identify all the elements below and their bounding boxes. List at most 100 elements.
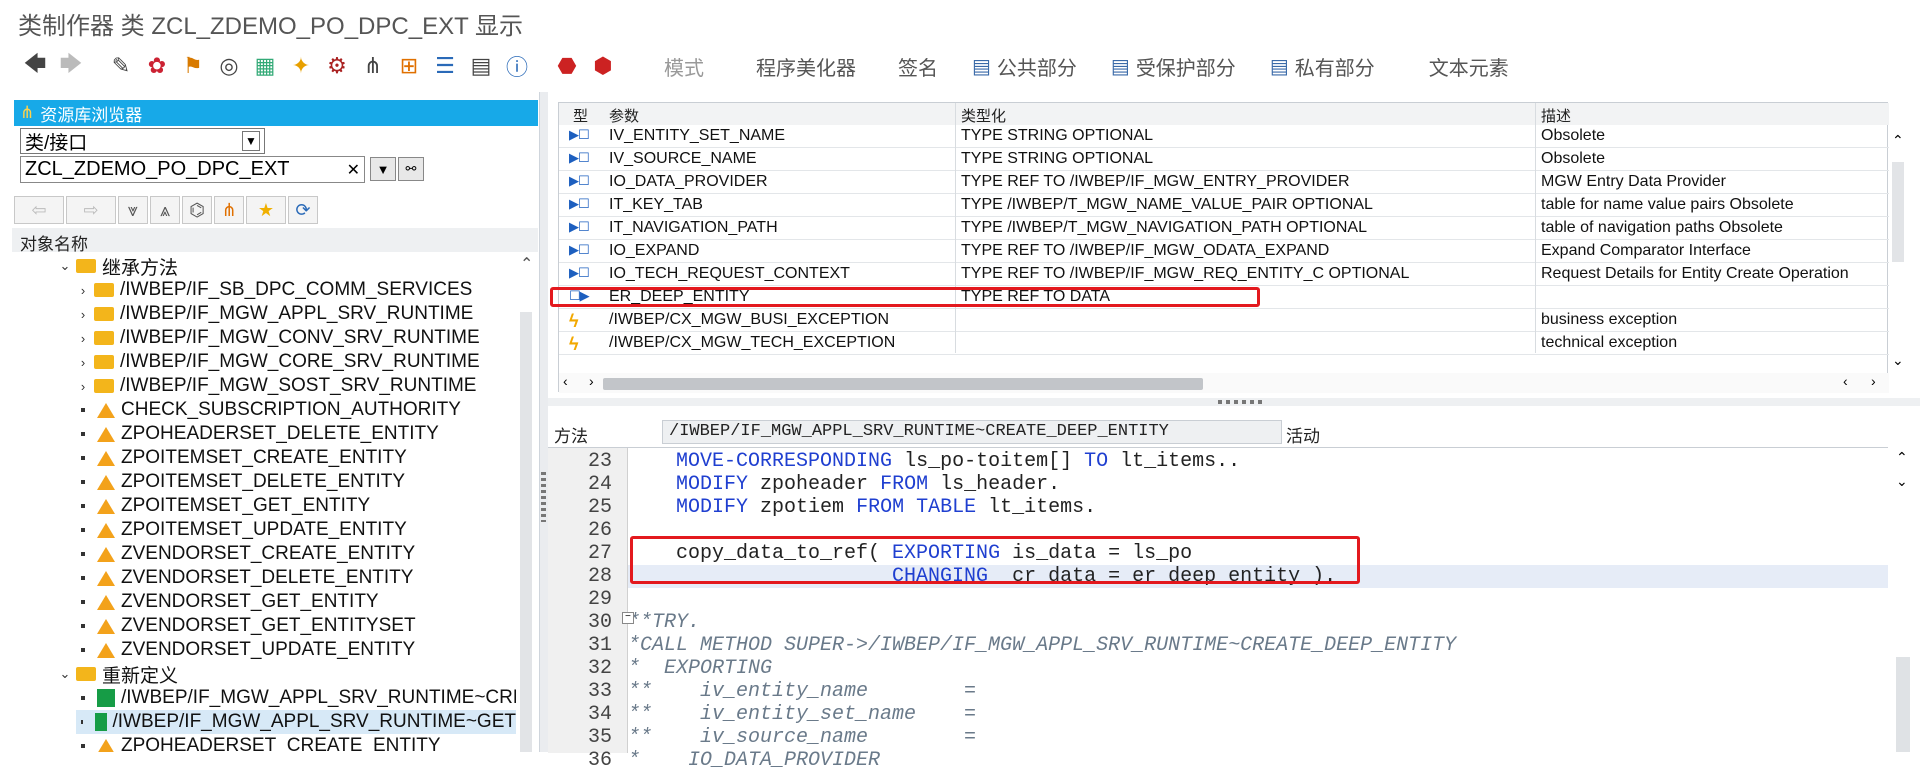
forward-icon[interactable]: ⇨ bbox=[66, 196, 116, 224]
tree-redefined-node[interactable]: /IWBEP/IF_MGW_APPL_SRV_RUNTIME~GET bbox=[76, 710, 516, 734]
tree-method-node[interactable]: ZVENDORSET_DELETE_ENTITY bbox=[76, 566, 413, 590]
scroll-thumb[interactable] bbox=[520, 312, 532, 752]
parameter-description[interactable]: Request Details for Entity Create Operat… bbox=[1541, 265, 1881, 283]
tree-redefined-node[interactable]: /IWBEP/IF_MGW_APPL_SRV_RUNTIME~CRE bbox=[76, 686, 520, 710]
chevron-up-icon[interactable]: ⌃ bbox=[1892, 132, 1904, 149]
forward-icon[interactable]: 🡆 bbox=[54, 49, 88, 83]
chevron-down-icon[interactable]: ⌄ bbox=[58, 258, 72, 274]
check-icon[interactable]: ⚑ bbox=[176, 49, 210, 83]
back-icon[interactable]: ⇦ bbox=[14, 196, 64, 224]
hierarchy-icon[interactable]: ⋔ bbox=[356, 49, 390, 83]
tree-method-node[interactable]: ZVENDORSET_GET_ENTITYSET bbox=[76, 614, 416, 638]
tree-folder-redefined[interactable]: ⌄ 重新定义 bbox=[58, 662, 178, 687]
layout-icon[interactable]: ▤ bbox=[464, 49, 498, 83]
parameter-row[interactable]: ▶☐ IO_DATA_PROVIDER TYPE REF TO /IWBEP/IF_… bbox=[559, 171, 1889, 194]
parameter-typing[interactable]: TYPE STRING OPTIONAL bbox=[961, 150, 1531, 168]
column-header-parameter[interactable]: 参数 bbox=[609, 105, 639, 126]
parameter-name[interactable]: /IWBEP/CX_MGW_TECH_EXCEPTION bbox=[609, 334, 949, 352]
code-line[interactable]: 24 MODIFY zpoheader FROM ls_header. bbox=[588, 473, 1888, 496]
chevron-down-icon[interactable]: ⌄ bbox=[1892, 352, 1904, 369]
parameter-row[interactable]: ϟ/IWBEP/CX_MGW_BUSI_EXCEPTION business ex… bbox=[559, 309, 1889, 332]
binoculars-icon[interactable]: ⌬ bbox=[182, 196, 212, 224]
scroll-left-icon[interactable]: ‹ bbox=[1843, 373, 1848, 389]
code-line[interactable]: 30 **TRY. bbox=[588, 611, 1888, 634]
parameter-description[interactable]: Obsolete bbox=[1541, 127, 1881, 145]
favorites-icon[interactable]: ★ bbox=[246, 196, 286, 224]
tree-method-node[interactable]: ZPOITEMSET_GET_ENTITY bbox=[76, 494, 370, 518]
code-line[interactable]: 23 MOVE-CORRESPONDING ls_po-toitem[] TO … bbox=[588, 450, 1888, 473]
chevron-right-icon[interactable]: › bbox=[76, 307, 90, 322]
code-line[interactable]: 32 * EXPORTING bbox=[588, 657, 1888, 680]
display-glasses-icon[interactable]: ⚯ bbox=[398, 157, 424, 181]
parameter-typing[interactable]: TYPE REF TO /IWBEP/IF_MGW_ENTRY_PROVIDER bbox=[961, 173, 1531, 191]
pane-splitter[interactable] bbox=[540, 92, 548, 752]
parameter-name[interactable]: IO_EXPAND bbox=[609, 242, 949, 260]
scroll-thumb[interactable] bbox=[1892, 162, 1904, 262]
private-section-button[interactable]: ▤ 私有部分 bbox=[1254, 49, 1391, 83]
scroll-right-icon[interactable]: › bbox=[589, 373, 594, 389]
tree-method-node[interactable]: ZPOHEADERSET_DELETE_ENTITY bbox=[76, 422, 439, 446]
fold-toggle-icon[interactable]: − bbox=[622, 612, 634, 624]
chevron-right-icon[interactable]: › bbox=[76, 331, 90, 346]
test-icon[interactable]: ⚙ bbox=[320, 49, 354, 83]
chevron-down-icon[interactable]: ⌄ bbox=[58, 666, 72, 682]
parameter-typing[interactable]: TYPE /IWBEP/T_MGW_NAVIGATION_PATH OPTION… bbox=[961, 219, 1531, 237]
tree-redefined-node[interactable]: ZPOHEADERSET_CREATE_ENTITY bbox=[76, 734, 441, 752]
chevron-right-icon[interactable]: › bbox=[76, 283, 90, 298]
table-icon[interactable]: ☰ bbox=[428, 49, 462, 83]
pretty-printer-button[interactable]: 程序美化器 bbox=[740, 49, 872, 83]
tree-method-node[interactable]: CHECK_SUBSCRIPTION_AUTHORITY bbox=[76, 398, 461, 422]
parameter-description[interactable]: MGW Entry Data Provider bbox=[1541, 173, 1881, 191]
refresh-icon[interactable]: ⟳ bbox=[288, 196, 318, 224]
session-breakpoint-icon[interactable]: ⬢ bbox=[586, 49, 620, 83]
parameter-row[interactable]: ▶☐ IV_ENTITY_SET_NAME TYPE STRING OPTIONAL… bbox=[559, 125, 1889, 148]
tree-method-node[interactable]: ZVENDORSET_CREATE_ENTITY bbox=[76, 542, 415, 566]
parameter-row[interactable]: ▶☐ IO_EXPAND TYPE REF TO /IWBEP/IF_MGW_ODA… bbox=[559, 240, 1889, 263]
parameter-name[interactable]: /IWBEP/CX_MGW_BUSI_EXCEPTION bbox=[609, 311, 949, 329]
hierarchy-icon[interactable]: ⋔ bbox=[214, 196, 244, 224]
scroll-right-icon[interactable]: › bbox=[1871, 373, 1876, 389]
column-header-typing[interactable]: 类型化 bbox=[961, 105, 1006, 126]
tree-interface-node[interactable]: › /IWBEP/IF_MGW_CONV_SRV_RUNTIME bbox=[76, 326, 480, 350]
parameter-name[interactable]: IT_NAVIGATION_PATH bbox=[609, 219, 949, 237]
code-line[interactable]: 33 ** iv_entity_name = bbox=[588, 680, 1888, 703]
parameter-description[interactable]: Obsolete bbox=[1541, 150, 1881, 168]
parameter-description[interactable]: table for name value pairs Obsolete bbox=[1541, 196, 1881, 214]
chevron-down-icon[interactable]: ⌄ bbox=[1896, 473, 1908, 490]
tree-interface-node[interactable]: › /IWBEP/IF_MGW_SOST_SRV_RUNTIME bbox=[76, 374, 477, 398]
tree-method-node[interactable]: ZVENDORSET_UPDATE_ENTITY bbox=[76, 638, 415, 662]
info-icon[interactable]: ⓘ bbox=[500, 49, 534, 83]
tree-method-node[interactable]: ZPOITEMSET_UPDATE_ENTITY bbox=[76, 518, 407, 542]
back-icon[interactable]: 🡄 bbox=[18, 49, 52, 83]
parameter-description[interactable]: Expand Comparator Interface bbox=[1541, 242, 1881, 260]
class-name-input[interactable]: ZCL_ZDEMO_PO_DPC_EXT ✕ bbox=[20, 156, 365, 183]
tree-method-node[interactable]: ZPOITEMSET_CREATE_ENTITY bbox=[76, 446, 407, 470]
method-name-field[interactable]: /IWBEP/IF_MGW_APPL_SRV_RUNTIME~CREATE_DE… bbox=[662, 420, 1282, 444]
text-elements-button[interactable]: 文本元素 bbox=[1413, 49, 1525, 83]
chevron-up-icon[interactable]: ⌃ bbox=[1896, 449, 1908, 466]
parameter-name[interactable]: IV_ENTITY_SET_NAME bbox=[609, 127, 949, 145]
parameter-description[interactable]: technical exception bbox=[1541, 334, 1881, 352]
code-line[interactable]: 34 ** iv_entity_set_name = bbox=[588, 703, 1888, 726]
tree-interface-node[interactable]: › /IWBEP/IF_MGW_CORE_SRV_RUNTIME bbox=[76, 350, 480, 374]
tree-folder-inherited[interactable]: ⌄ 继承方法 bbox=[58, 254, 178, 279]
code-line[interactable]: 31 *CALL METHOD SUPER->/IWBEP/IF_MGW_APPL… bbox=[588, 634, 1888, 657]
parameter-name[interactable]: IV_SOURCE_NAME bbox=[609, 150, 949, 168]
horizontal-splitter[interactable] bbox=[548, 398, 1920, 406]
parameter-typing[interactable]: TYPE /IWBEP/T_MGW_NAME_VALUE_PAIR OPTION… bbox=[961, 196, 1531, 214]
parameter-name[interactable]: IO_DATA_PROVIDER bbox=[609, 173, 949, 191]
code-lines[interactable]: 23 MOVE-CORRESPONDING ls_po-toitem[] TO … bbox=[588, 448, 1888, 772]
clear-icon[interactable]: ✕ bbox=[347, 160, 360, 180]
pattern-button[interactable]: 模式 bbox=[648, 49, 720, 83]
stack-icon[interactable]: ⊞ bbox=[392, 49, 426, 83]
column-header-description[interactable]: 描述 bbox=[1541, 105, 1571, 126]
parameter-description[interactable]: business exception bbox=[1541, 311, 1881, 329]
navigate-icon[interactable]: ✦ bbox=[284, 49, 318, 83]
chevron-up-icon[interactable]: ⌃ bbox=[520, 254, 533, 274]
protected-section-button[interactable]: ▤ 受保护部分 bbox=[1095, 49, 1252, 83]
chevron-right-icon[interactable]: › bbox=[76, 379, 90, 394]
tree-interface-node[interactable]: › /IWBEP/IF_MGW_APPL_SRV_RUNTIME bbox=[76, 302, 474, 326]
parameter-name[interactable]: IO_TECH_REQUEST_CONTEXT bbox=[609, 265, 949, 283]
chevron-right-icon[interactable]: › bbox=[76, 355, 90, 370]
repository-browser-header[interactable]: ⋔ 资源库浏览器 bbox=[14, 100, 538, 126]
